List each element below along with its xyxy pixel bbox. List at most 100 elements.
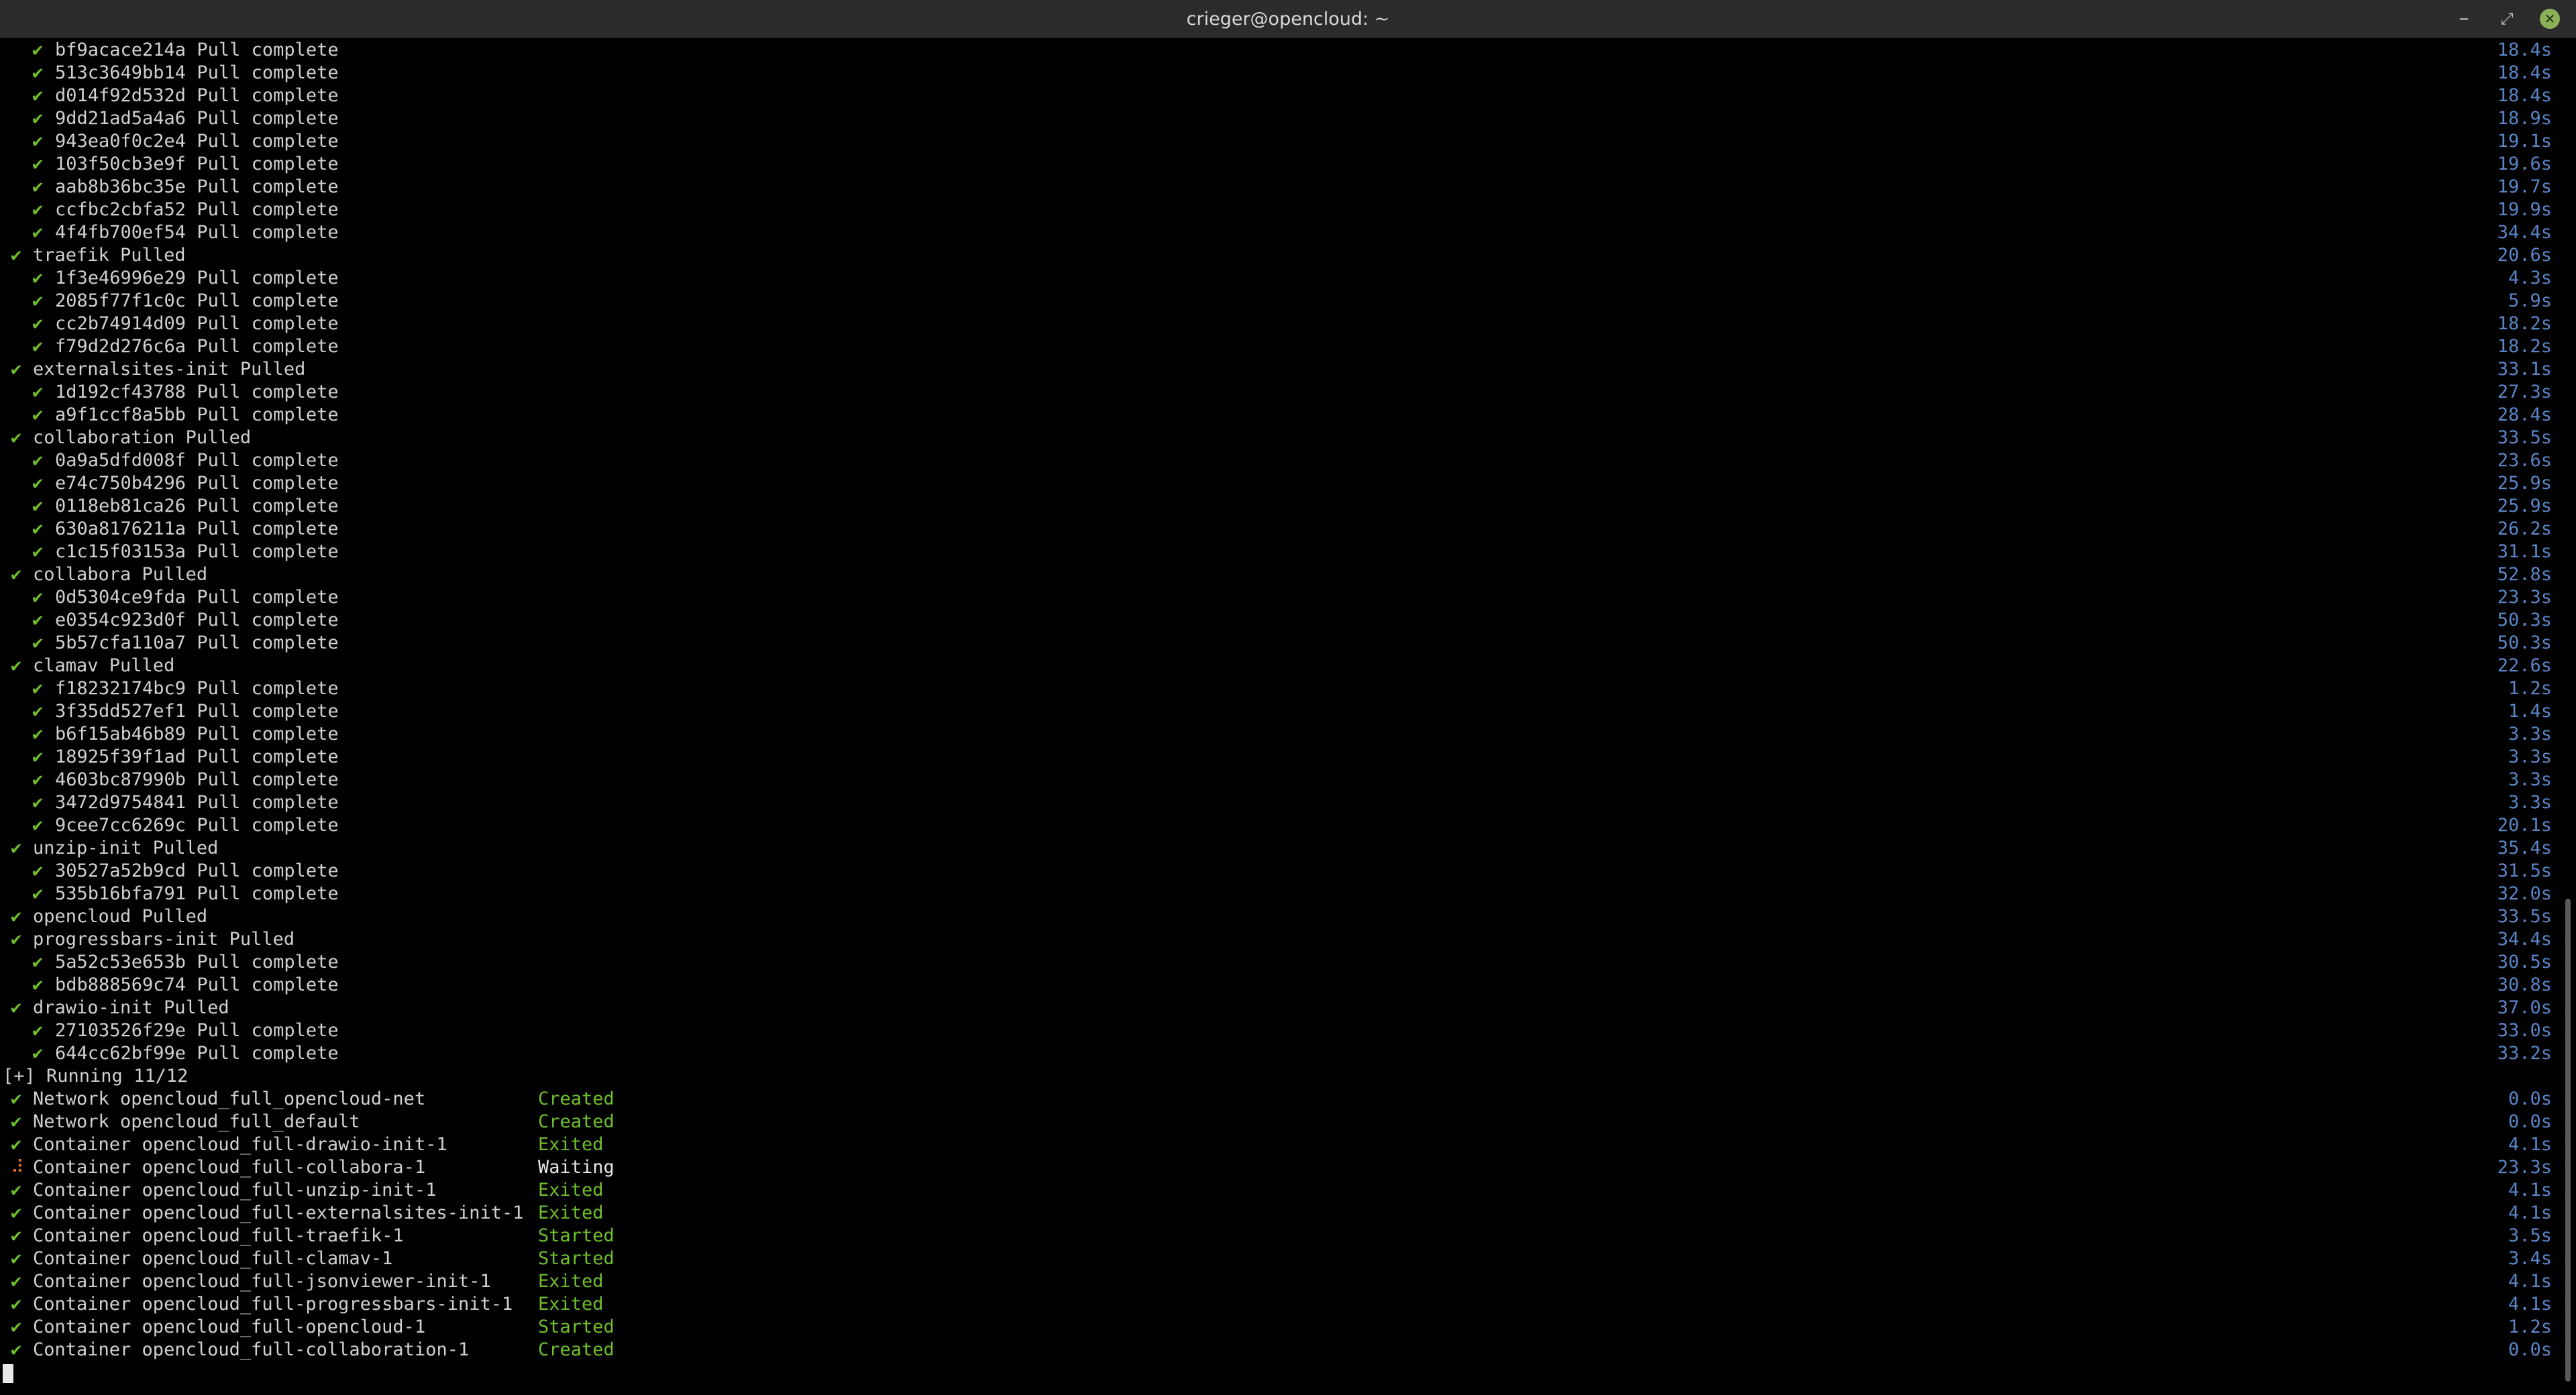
check-icon: ✔ <box>11 1294 22 1315</box>
check-icon: ✔ <box>32 587 44 608</box>
resource-name: Container opencloud_full-unzip-init-1 <box>33 1180 437 1201</box>
check-icon: ✔ <box>32 62 44 83</box>
terminal-line: ✔ progressbars-init Pulled 34.4s <box>0 928 2552 951</box>
layer-status: 535b16bfa791 Pull complete <box>55 883 339 904</box>
elapsed-time: 3.4s <box>2508 1248 2552 1269</box>
check-icon: ✔ <box>32 176 44 197</box>
terminal-output[interactable]: ✔ bf9acace214a Pull complete 18.4s ✔ 513c364… <box>0 39 2552 1395</box>
window-controls: – ⤢ ✕ <box>2454 0 2560 38</box>
check-icon: ✔ <box>11 1339 22 1360</box>
layer-status: c1c15f03153a Pull complete <box>55 541 339 562</box>
maximize-icon[interactable]: ⤢ <box>2497 9 2517 29</box>
check-icon: ✔ <box>11 906 22 927</box>
check-icon: ✔ <box>32 290 44 311</box>
check-icon: ✔ <box>32 724 44 744</box>
elapsed-time: 27.3s <box>2497 382 2552 402</box>
title-bar[interactable]: crieger@opencloud: ~ – ⤢ ✕ <box>0 0 2576 38</box>
elapsed-time: 20.6s <box>2497 245 2552 266</box>
scrollbar[interactable] <box>2565 899 2571 1382</box>
resource-name: Container opencloud_full-collabora-1 <box>33 1157 426 1178</box>
terminal-line: ✔ 5a52c53e653b Pull complete 30.5s <box>0 951 2552 974</box>
resource-name: Container opencloud_full-opencloud-1 <box>33 1317 426 1337</box>
check-icon: ✔ <box>11 838 22 858</box>
elapsed-time: 5.9s <box>2508 290 2552 311</box>
check-icon: ✔ <box>11 1248 22 1269</box>
check-icon: ✔ <box>32 952 44 972</box>
layer-status: 3f35dd527ef1 Pull complete <box>55 701 339 722</box>
check-icon: ✔ <box>11 1134 22 1155</box>
terminal-line: ✔ 103f50cb3e9f Pull complete 19.6s <box>0 153 2552 176</box>
terminal-line: ✔ cc2b74914d09 Pull complete 18.2s <box>0 313 2552 335</box>
check-icon: ✔ <box>11 1203 22 1223</box>
resource-state: Created <box>538 1111 614 1132</box>
check-icon: ✔ <box>32 1043 44 1064</box>
check-icon: ✔ <box>32 541 44 562</box>
check-icon: ✔ <box>11 359 22 380</box>
terminal-line: ✔ Container opencloud_full-traefik-1 Start… <box>0 1225 2552 1247</box>
cursor <box>3 1364 13 1383</box>
image-status: drawio-init Pulled <box>33 997 229 1018</box>
elapsed-time: 19.6s <box>2497 154 2552 174</box>
terminal-line: ✔ Container opencloud_full-externalsites-… <box>0 1202 2552 1225</box>
resource-state: Created <box>538 1339 614 1360</box>
check-icon: ✔ <box>32 40 44 60</box>
layer-status: 943ea0f0c2e4 Pull complete <box>55 131 339 152</box>
layer-status: 5a52c53e653b Pull complete <box>55 952 339 972</box>
elapsed-time: 3.3s <box>2508 724 2552 744</box>
resource-state: Started <box>538 1317 614 1337</box>
check-icon: ✔ <box>32 473 44 494</box>
check-icon: ✔ <box>32 632 44 653</box>
layer-status: 4603bc87990b Pull complete <box>55 769 339 790</box>
resource-state: Exited <box>538 1203 604 1223</box>
resource-state: Waiting <box>538 1157 614 1178</box>
elapsed-time: 30.8s <box>2497 974 2552 995</box>
layer-status: 4f4fb700ef54 Pull complete <box>55 222 339 243</box>
elapsed-time: 3.5s <box>2508 1225 2552 1246</box>
elapsed-time: 0.0s <box>2508 1339 2552 1360</box>
image-status: collaboration Pulled <box>33 427 252 448</box>
elapsed-time: 33.1s <box>2497 359 2552 380</box>
terminal-line: ✔ aab8b36bc35e Pull complete 19.7s <box>0 176 2552 199</box>
elapsed-time: 4.1s <box>2508 1294 2552 1315</box>
close-icon[interactable]: ✕ <box>2540 9 2560 29</box>
elapsed-time: 18.4s <box>2497 85 2552 106</box>
check-icon: ✔ <box>11 997 22 1018</box>
terminal-line: ✔ 9cee7cc6269c Pull complete 20.1s <box>0 814 2552 837</box>
terminal-line: ✔ 535b16bfa791 Pull complete 32.0s <box>0 883 2552 905</box>
terminal-line: ✔ 4f4fb700ef54 Pull complete 34.4s <box>0 221 2552 244</box>
check-icon: ✔ <box>32 131 44 152</box>
layer-status: ccfbc2cbfa52 Pull complete <box>55 199 339 220</box>
elapsed-time: 18.2s <box>2497 336 2552 357</box>
elapsed-time: 33.0s <box>2497 1020 2552 1041</box>
elapsed-time: 4.1s <box>2508 1203 2552 1223</box>
layer-status: 0118eb81ca26 Pull complete <box>55 496 339 516</box>
spinner-icon: ⠼ <box>11 1157 24 1178</box>
terminal-line: ✔ 943ea0f0c2e4 Pull complete 19.1s <box>0 130 2552 153</box>
check-icon: ✔ <box>32 268 44 288</box>
elapsed-time: 1.2s <box>2508 678 2552 699</box>
check-icon: ✔ <box>32 1020 44 1041</box>
layer-status: f79d2d276c6a Pull complete <box>55 336 339 357</box>
terminal-line: ✔ clamav Pulled 22.6s <box>0 655 2552 677</box>
elapsed-time: 22.6s <box>2497 655 2552 676</box>
layer-status: d014f92d532d Pull complete <box>55 85 339 106</box>
elapsed-time: 18.4s <box>2497 40 2552 60</box>
terminal-line: ✔ c1c15f03153a Pull complete 31.1s <box>0 541 2552 563</box>
minimize-icon[interactable]: – <box>2454 9 2474 29</box>
elapsed-time: 30.5s <box>2497 952 2552 972</box>
elapsed-time: 23.3s <box>2497 1157 2552 1178</box>
layer-status: 5b57cfa110a7 Pull complete <box>55 632 339 653</box>
check-icon: ✔ <box>32 199 44 220</box>
elapsed-time: 19.1s <box>2497 131 2552 152</box>
elapsed-time: 23.6s <box>2497 450 2552 471</box>
check-icon: ✔ <box>32 860 44 881</box>
elapsed-time: 33.2s <box>2497 1043 2552 1064</box>
layer-status: e0354c923d0f Pull complete <box>55 610 339 630</box>
check-icon: ✔ <box>11 1111 22 1132</box>
layer-status: bf9acace214a Pull complete <box>55 40 339 60</box>
terminal-line: ✔ ccfbc2cbfa52 Pull complete 19.9s <box>0 199 2552 221</box>
check-icon: ✔ <box>11 245 22 266</box>
layer-status: 9cee7cc6269c Pull complete <box>55 815 339 836</box>
check-icon: ✔ <box>32 154 44 174</box>
resource-name: Container opencloud_full-traefik-1 <box>33 1225 404 1246</box>
